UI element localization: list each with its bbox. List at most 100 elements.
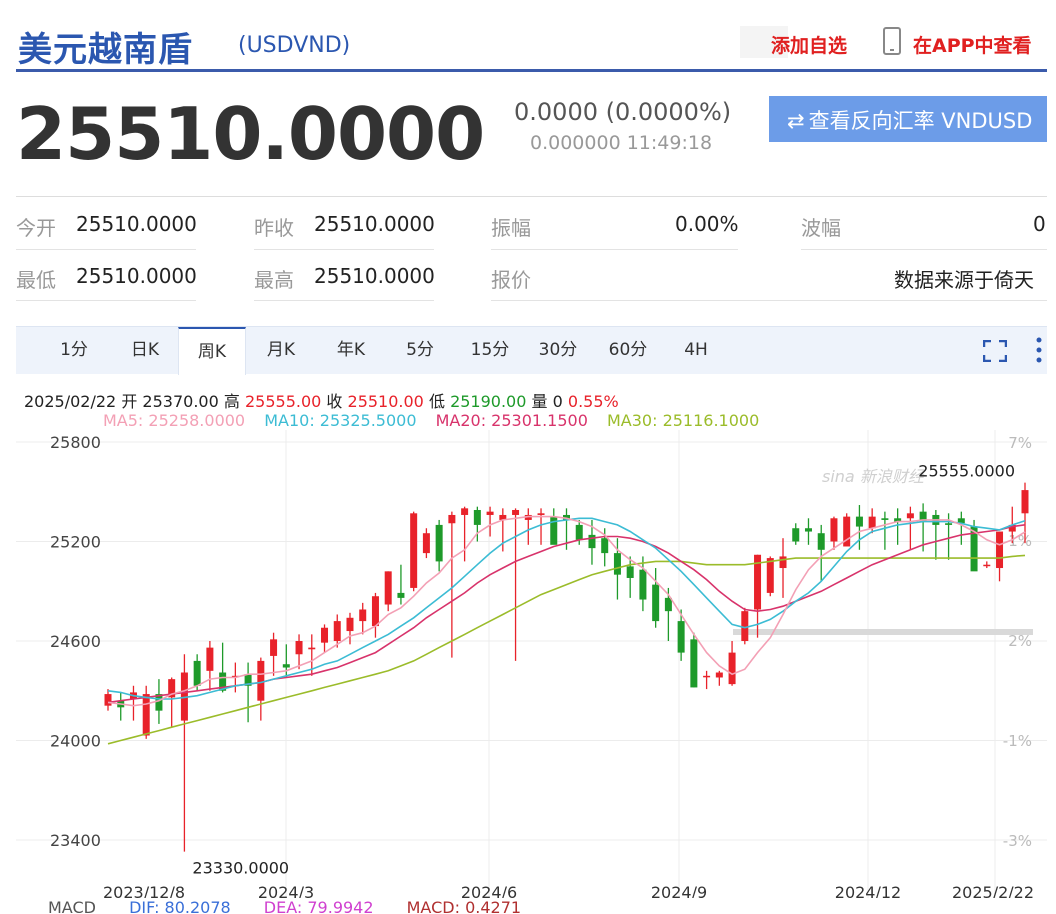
x-tick-label: 2025/2/22 [952, 883, 1034, 898]
stats-divider [16, 196, 1047, 197]
wave-value: 0 [1033, 212, 1046, 236]
ma30-legend: MA30: 25116.1000 [606, 411, 760, 430]
x-tick-label: 2024/3 [258, 883, 314, 898]
tab-30min[interactable]: 30分 [530, 327, 586, 374]
candle-body [792, 528, 800, 542]
y-tick-label: 25800 [50, 433, 101, 452]
amplitude-value: 0.00% [675, 212, 739, 236]
high-value: 25510.0000 [314, 264, 435, 288]
ohlc-high-label: 高 [223, 392, 240, 411]
ohlc-vol: 0 [552, 392, 563, 411]
quote-label: 报价 [491, 268, 531, 292]
candle-body [104, 694, 112, 706]
ohlc-readout: 2025/02/22 开 25370.00 高 25555.00 收 25510… [24, 388, 619, 412]
macd-label: MACD [48, 898, 96, 914]
stat-separator [16, 249, 196, 250]
current-price: 25510.0000 [16, 92, 485, 176]
candle-body [945, 523, 953, 525]
reverse-rate-button[interactable]: ⇄ 查看反向汇率 VNDUSD [769, 96, 1047, 142]
add-watchlist-button[interactable]: 添加自选 [771, 31, 847, 58]
pct-tick-label: -1% [1003, 732, 1032, 750]
amplitude-label: 振幅 [491, 216, 531, 240]
watermark-logo: sina 新浪财经 [822, 467, 926, 486]
candle-body [601, 538, 609, 554]
candle-body [270, 639, 278, 656]
candle-body [703, 675, 711, 678]
min-price-label: 23330.0000 [192, 859, 289, 878]
x-tick-label: 2024/6 [461, 883, 517, 898]
candle-body [715, 672, 723, 678]
candle-body [295, 641, 303, 655]
candle-body [855, 516, 863, 527]
x-tick-label: 2024/9 [651, 883, 707, 898]
tab-5min[interactable]: 5分 [396, 327, 444, 374]
candle-body [333, 621, 341, 641]
macd-dea: DEA: 79.9942 [263, 898, 374, 914]
candle-body [588, 534, 596, 549]
stat-separator [491, 300, 1047, 301]
tab-1min[interactable]: 1分 [50, 327, 98, 374]
candle-body [397, 592, 405, 598]
view-in-app-link[interactable]: 在APP中查看 [913, 31, 1032, 58]
stat-separator [491, 249, 738, 250]
low-label: 最低 [16, 268, 56, 292]
candle-body [422, 533, 430, 554]
low-value: 25510.0000 [76, 264, 197, 288]
open-value: 25510.0000 [76, 212, 197, 236]
ohlc-low: 25190.00 [450, 392, 527, 411]
tab-daily[interactable]: 日K [120, 327, 170, 374]
candle-body [308, 647, 316, 650]
candle-body [766, 558, 774, 593]
candle-body [830, 518, 838, 542]
candle-body [1021, 490, 1029, 514]
kline-chart[interactable]: 25800252002460024000234007%1%2%-1%-3%202… [0, 430, 1056, 898]
tab-weekly[interactable]: 周K [178, 327, 246, 375]
candle-body [728, 652, 736, 685]
y-tick-label: 25200 [50, 533, 101, 552]
candle-body [461, 508, 469, 515]
fullscreen-icon[interactable] [983, 340, 1007, 362]
ma20-legend: MA20: 25301.1500 [435, 411, 588, 430]
candle-body [741, 611, 749, 641]
pct-tick-label: -3% [1003, 832, 1032, 850]
stat-separator [801, 249, 1047, 250]
currency-code: (USDVND) [238, 33, 351, 58]
tab-60min[interactable]: 60分 [600, 327, 656, 374]
macd-dif: DIF: 80.2078 [129, 898, 231, 914]
y-tick-label: 24600 [50, 632, 101, 651]
tab-yearly[interactable]: 年K [326, 327, 376, 374]
candle-body [575, 524, 583, 540]
candle-body [282, 664, 290, 668]
y-tick-label: 24000 [50, 732, 101, 751]
macd-legend: MACD DIF: 80.2078 DEA: 79.9942 MACD: 0.4… [48, 898, 549, 914]
candle-body [613, 553, 621, 575]
more-menu-icon[interactable] [1036, 337, 1042, 363]
ohlc-low-label: 低 [428, 392, 445, 411]
data-source: 数据来源于倚天 [894, 268, 1034, 292]
candle-body [677, 621, 685, 653]
tab-monthly[interactable]: 月K [256, 327, 306, 374]
ohlc-pct: 0.55% [567, 392, 619, 411]
y-tick-label: 23400 [50, 831, 101, 850]
tab-4h[interactable]: 4H [672, 327, 720, 374]
ohlc-date: 2025/02/22 [24, 392, 117, 411]
candle-body [652, 584, 660, 622]
candle-body [881, 518, 889, 520]
candle-body [384, 571, 392, 605]
ohlc-open: 25370.00 [142, 392, 219, 411]
candle-body [779, 556, 787, 569]
stat-separator [254, 249, 434, 250]
pct-tick-label: 7% [1008, 434, 1032, 452]
ohlc-vol-label: 量 [531, 392, 548, 411]
candle-body [996, 531, 1004, 569]
ma10-legend: MA10: 25325.5000 [264, 411, 417, 430]
max-price-label: 25555.0000 [918, 462, 1015, 481]
ma30-line [107, 554, 1026, 745]
ohlc-close: 25510.00 [347, 392, 424, 411]
candle-body [804, 528, 812, 532]
candle-body [346, 617, 354, 632]
change-timestamp: 0.000000 11:49:18 [530, 132, 713, 154]
phone-icon [883, 27, 901, 55]
tab-15min[interactable]: 15分 [462, 327, 518, 374]
candle-body [537, 513, 545, 515]
